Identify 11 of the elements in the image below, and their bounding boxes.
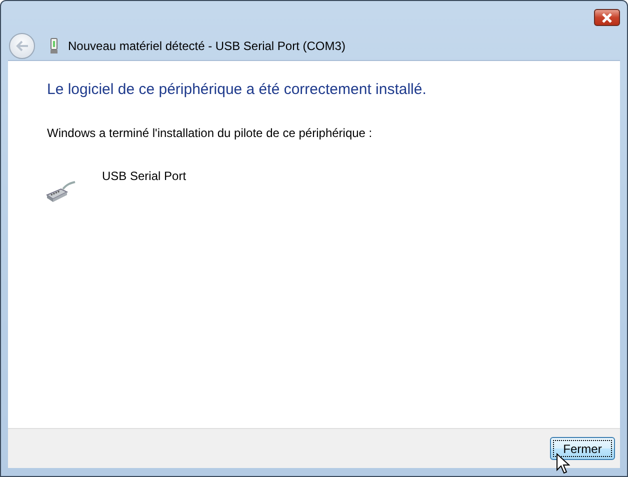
heading: Le logiciel de ce périphérique a été correctement installé. (47, 81, 428, 98)
window-title: Nouveau matériel détecté - USB Serial Port (COM3) (68, 39, 346, 53)
serial-port-icon (45, 181, 77, 203)
mouse-pointer-icon (556, 453, 570, 475)
close-button[interactable] (594, 9, 620, 26)
usb-device-icon (50, 38, 58, 54)
back-arrow-icon (15, 40, 29, 52)
device-name: USB Serial Port (102, 169, 186, 183)
close-icon (600, 12, 614, 22)
close-dialog-button[interactable]: Fermer (550, 437, 615, 460)
message-text: Windows a terminé l'installation du pilote de ce périphérique : (47, 126, 374, 140)
